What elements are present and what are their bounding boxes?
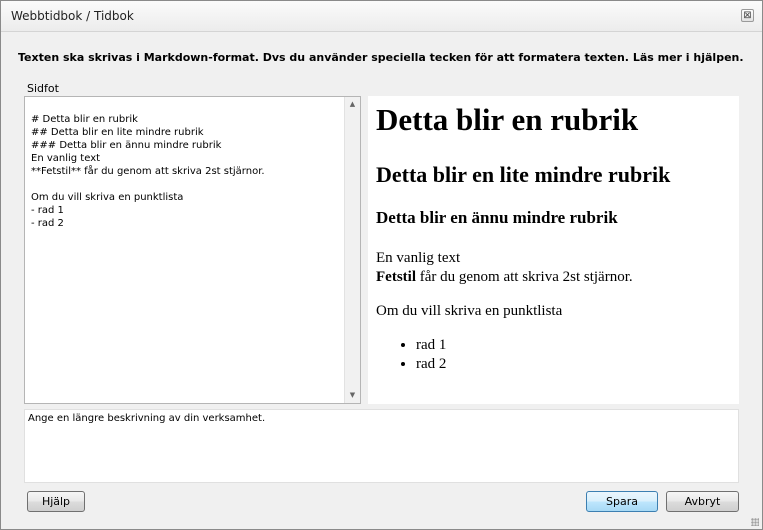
preview-bold-text: Fetstil [376, 269, 416, 285]
footer-label: Sidfot [27, 82, 59, 95]
resize-grip-icon[interactable] [751, 518, 759, 526]
description-field[interactable]: Ange en längre beskrivning av din verksa… [24, 409, 739, 483]
close-icon[interactable]: ⊠ [741, 9, 754, 22]
window-title: Webbtidbok / Tidbok [11, 9, 134, 23]
preview-plain-text: En vanlig text [376, 250, 461, 266]
preview-heading-2: Detta blir en lite mindre rubrik [376, 162, 671, 187]
editor-scrollbar[interactable]: ▲ ▼ [344, 97, 360, 403]
list-item: rad 1 [416, 336, 446, 355]
markdown-preview: Detta blir en rubrik Detta blir en lite … [368, 96, 739, 404]
preview-heading-3: Detta blir en ännu mindre rubrik [376, 208, 618, 227]
cancel-button[interactable]: Avbryt [666, 491, 739, 512]
markdown-editor-text[interactable]: # Detta blir en rubrik ## Detta blir en … [31, 113, 341, 230]
preview-heading-1: Detta blir en rubrik [376, 102, 639, 137]
preview-bold-suffix: får du genom att skriva 2st stjärnor. [415, 269, 633, 285]
markdown-editor[interactable]: # Detta blir en rubrik ## Detta blir en … [24, 96, 361, 404]
title-bar[interactable]: Webbtidbok / Tidbok ⊠ [1, 1, 762, 32]
help-button[interactable]: Hjälp [27, 491, 85, 512]
description-placeholder: Ange en längre beskrivning av din verksa… [28, 413, 266, 424]
list-item: rad 2 [416, 355, 446, 374]
preview-paragraph: En vanlig text Fetstil får du genom att … [376, 249, 633, 287]
save-button[interactable]: Spara [586, 491, 658, 512]
markdown-instructions: Texten ska skrivas i Markdown-format. Dv… [18, 51, 744, 64]
scroll-up-icon[interactable]: ▲ [345, 97, 360, 112]
scroll-down-icon[interactable]: ▼ [345, 388, 360, 403]
preview-list-intro: Om du vill skriva en punktlista [376, 303, 563, 319]
preview-list: rad 1 rad 2 [376, 336, 446, 374]
